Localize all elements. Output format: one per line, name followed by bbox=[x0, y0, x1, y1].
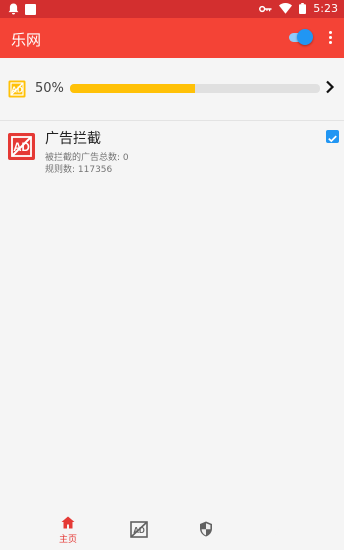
adblock-nav-icon: AD bbox=[130, 521, 148, 538]
overflow-menu-icon[interactable] bbox=[323, 29, 337, 47]
chevron-right-icon[interactable] bbox=[325, 80, 335, 94]
app-bar: 乐网 bbox=[0, 18, 344, 58]
notification-bell-icon bbox=[8, 3, 19, 15]
rule-count: 规则数: 117356 bbox=[45, 165, 113, 175]
progress-bar-fill bbox=[70, 84, 195, 93]
status-time: 5:23 bbox=[313, 2, 338, 15]
wifi-icon bbox=[279, 3, 293, 14]
main-toggle-switch[interactable] bbox=[287, 29, 313, 45]
app-title: 乐网 bbox=[11, 31, 42, 49]
ad-block-icon: AD bbox=[8, 133, 35, 160]
ad-block-feature[interactable]: AD 广告拦截 被拦截的广告总数: 0 规则数: 117356 bbox=[0, 121, 344, 181]
progress-percent: 50% bbox=[35, 81, 64, 96]
nav-night-mode[interactable] bbox=[240, 508, 310, 550]
feature-title: 广告拦截 bbox=[45, 131, 101, 147]
checkmark-icon bbox=[328, 135, 337, 143]
status-bar: 5:23 bbox=[0, 0, 344, 18]
nav-security[interactable] bbox=[171, 508, 241, 550]
progress-row: AD 50% bbox=[0, 70, 344, 108]
nav-home[interactable]: 主页 bbox=[33, 508, 103, 550]
notification-square-icon bbox=[25, 3, 36, 15]
battery-icon bbox=[299, 3, 307, 14]
home-icon bbox=[61, 516, 75, 529]
nav-home-label: 主页 bbox=[58, 535, 77, 545]
shield-icon bbox=[200, 521, 212, 537]
ad-block-checkbox[interactable] bbox=[326, 130, 339, 143]
adblock-badge-icon: AD bbox=[8, 80, 26, 98]
progress-bar bbox=[70, 84, 320, 93]
bottom-nav: 主页 AD bbox=[0, 508, 344, 550]
nav-adblock[interactable]: AD bbox=[102, 508, 172, 550]
moon-icon bbox=[272, 522, 279, 536]
key-icon bbox=[259, 5, 272, 12]
